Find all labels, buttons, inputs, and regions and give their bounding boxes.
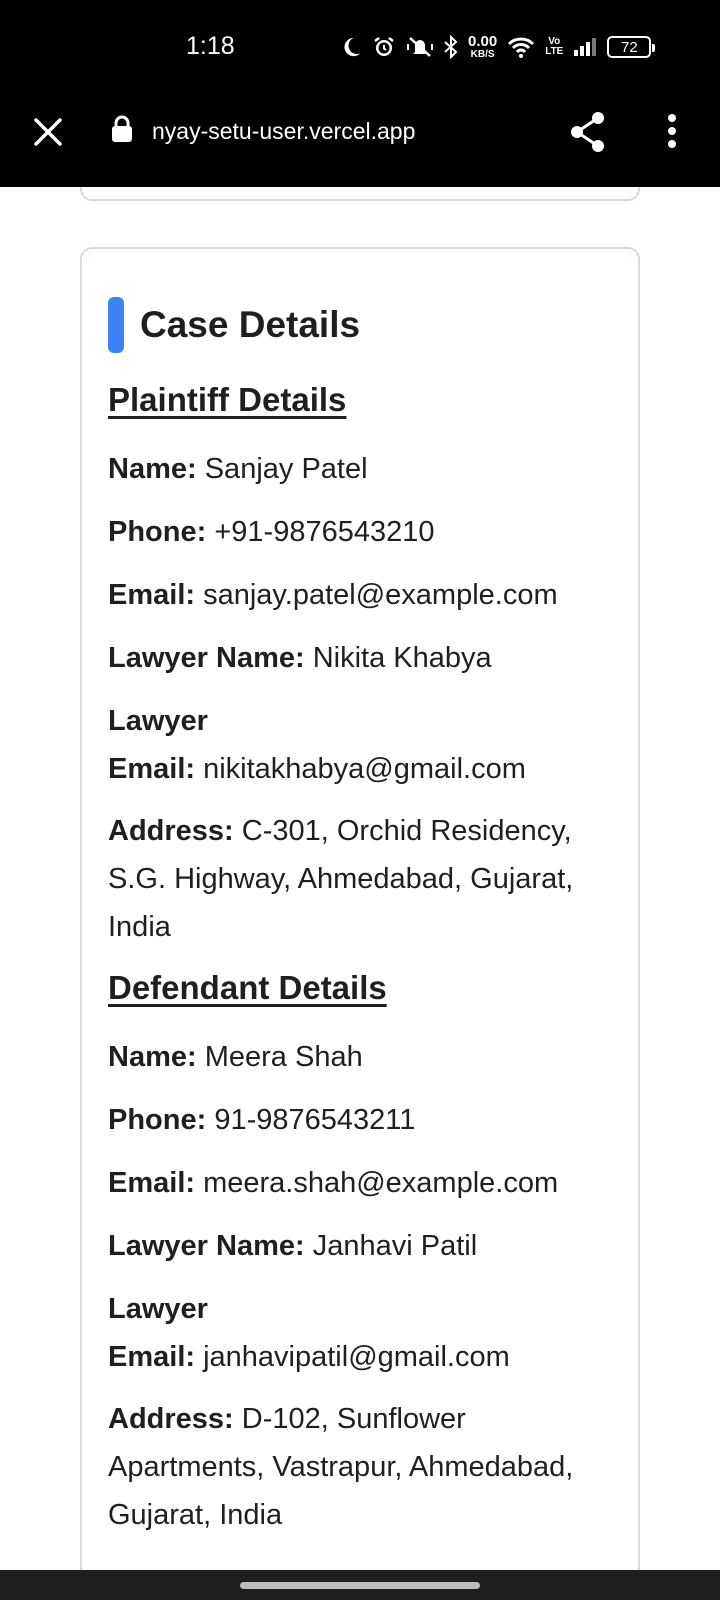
defendant-name: Meera Shah bbox=[204, 1041, 363, 1073]
plaintiff-name: Sanjay Patel bbox=[204, 453, 368, 485]
field-label: Lawyer Name: bbox=[108, 1230, 305, 1262]
plaintiff-phone: +91-9876543210 bbox=[214, 516, 435, 548]
defendant-heading: Defendant Details bbox=[108, 969, 387, 1006]
previous-card bbox=[80, 187, 640, 201]
plaintiff-heading: Plaintiff Details bbox=[108, 381, 347, 418]
field-label: Lawyer bbox=[108, 1293, 208, 1325]
field-label: Email: bbox=[108, 753, 196, 785]
field-label: Email: bbox=[108, 1341, 196, 1373]
field-label: Phone: bbox=[108, 516, 207, 548]
battery-icon: 72 bbox=[607, 36, 656, 58]
plaintiff-lawyer-name: Nikita Khabya bbox=[312, 642, 492, 674]
defendant-email: meera.shah@example.com bbox=[203, 1167, 559, 1199]
status-bar: 1:18 0.00 KB/S Vo LTE 72 bbox=[0, 0, 720, 92]
plaintiff-lawyer-email-field: Lawyer Email: nikitakhabya@gmail.com bbox=[108, 697, 618, 793]
defendant-lawyer-email-field: Lawyer Email: janhavipatil@gmail.com bbox=[108, 1285, 618, 1381]
defendant-phone-field: Phone: 91-9876543211 bbox=[108, 1096, 618, 1144]
defendant-address-field: Address: D-102, Sunflower Apartments, Va… bbox=[108, 1395, 618, 1539]
field-label: Name: bbox=[108, 1041, 197, 1073]
field-label: Address: bbox=[108, 1403, 234, 1435]
net-speed-value: 0.00 bbox=[468, 33, 498, 50]
network-speed: 0.00 KB/S bbox=[468, 34, 497, 60]
vibrate-off-icon bbox=[406, 35, 434, 59]
lock-icon bbox=[110, 114, 134, 149]
signal-icon bbox=[573, 37, 597, 57]
home-handle[interactable] bbox=[240, 1582, 480, 1589]
defendant-name-field: Name: Meera Shah bbox=[108, 1033, 618, 1081]
defendant-lawyer-email: janhavipatil@gmail.com bbox=[203, 1341, 510, 1373]
page-content: Case Details Plaintiff Details Name: San… bbox=[0, 187, 720, 1570]
bluetooth-icon bbox=[444, 35, 458, 59]
plaintiff-phone-field: Phone: +91-9876543210 bbox=[108, 508, 618, 556]
field-label: Lawyer Name: bbox=[108, 642, 305, 674]
field-label: Phone: bbox=[108, 1104, 207, 1136]
battery-level: 72 bbox=[621, 38, 638, 56]
plaintiff-email-field: Email: sanjay.patel@example.com bbox=[108, 571, 618, 619]
alarm-icon bbox=[372, 35, 396, 59]
field-label: Email: bbox=[108, 1167, 196, 1199]
plaintiff-lawyer-email: nikitakhabya@gmail.com bbox=[203, 753, 526, 785]
field-label: Email: bbox=[108, 579, 196, 611]
accent-bar bbox=[108, 297, 124, 353]
plaintiff-address-field: Address: C-301, Orchid Residency, S.G. H… bbox=[108, 807, 618, 951]
status-time: 1:18 bbox=[186, 32, 235, 60]
defendant-lawyer-name-field: Lawyer Name: Janhavi Patil bbox=[108, 1222, 618, 1270]
field-label: Name: bbox=[108, 453, 197, 485]
url-text[interactable]: nyay-setu-user.vercel.app bbox=[152, 118, 415, 145]
volte-indicator: Vo LTE bbox=[545, 37, 563, 57]
wifi-icon bbox=[507, 36, 535, 58]
case-details-card: Case Details Plaintiff Details Name: San… bbox=[80, 247, 640, 1570]
net-speed-unit: KB/S bbox=[470, 49, 495, 60]
share-icon[interactable] bbox=[568, 110, 608, 159]
status-icons: 0.00 KB/S Vo LTE 72 bbox=[340, 30, 656, 64]
moon-icon bbox=[340, 36, 362, 58]
gesture-nav-bar bbox=[0, 1570, 720, 1600]
defendant-lawyer-name: Janhavi Patil bbox=[312, 1230, 478, 1262]
defendant-phone: 91-9876543211 bbox=[214, 1104, 416, 1136]
card-title: Case Details bbox=[140, 304, 361, 345]
field-label: Address: bbox=[108, 815, 234, 847]
plaintiff-email: sanjay.patel@example.com bbox=[203, 579, 558, 611]
plaintiff-name-field: Name: Sanjay Patel bbox=[108, 445, 618, 493]
field-label: Lawyer bbox=[108, 705, 208, 737]
card-header: Case Details bbox=[108, 297, 360, 353]
close-icon[interactable] bbox=[30, 114, 66, 150]
volte-bottom: LTE bbox=[545, 46, 564, 57]
more-vert-icon[interactable] bbox=[666, 110, 678, 159]
plaintiff-lawyer-name-field: Lawyer Name: Nikita Khabya bbox=[108, 634, 618, 682]
defendant-email-field: Email: meera.shah@example.com bbox=[108, 1159, 618, 1207]
browser-toolbar: nyay-setu-user.vercel.app bbox=[0, 92, 720, 187]
